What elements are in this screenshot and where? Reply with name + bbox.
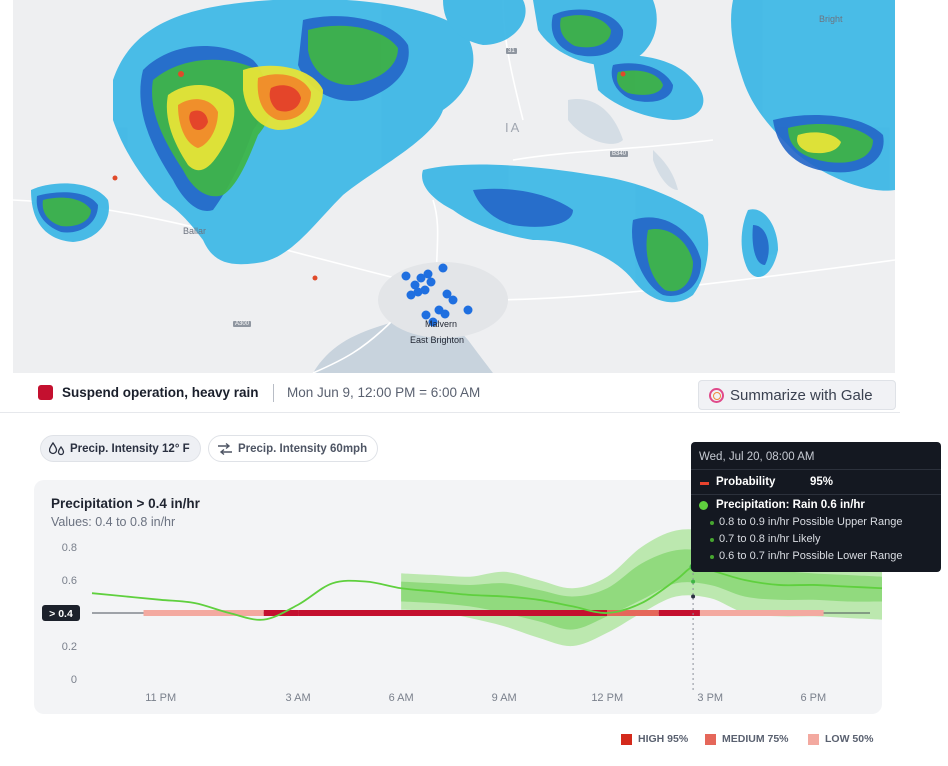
precipitation-swatch — [699, 501, 708, 510]
tooltip-date: Wed, Jul 20, 08:00 AM — [699, 451, 815, 463]
threshold-label: > 0.4 — [49, 608, 73, 620]
hover-marker-point — [691, 594, 696, 599]
probability-segment-low — [143, 610, 264, 616]
hover-marker-point — [691, 579, 696, 584]
probability-segment-high — [658, 610, 700, 616]
y-tick-label: 0.8 — [62, 542, 77, 554]
y-tick-label: 0 — [71, 674, 77, 686]
x-tick-label: 6 PM — [800, 692, 826, 704]
tooltip-probability-value: 95% — [810, 476, 834, 488]
x-tick-label: 3 AM — [286, 692, 311, 704]
legend-label: LOW 50% — [825, 733, 874, 745]
tooltip-range-upper: 0.8 to 0.9 in/hr Possible Upper Range — [709, 516, 903, 528]
legend-swatch — [621, 733, 632, 745]
tooltip-precip-label: Precipitation: Rain 0.6 in/hr — [716, 499, 865, 511]
legend-item-high: HIGH 95% — [621, 733, 688, 745]
probability-swatch — [700, 482, 709, 485]
chart-tooltip: Wed, Jul 20, 08:00 AM Probability 95% Pr… — [691, 442, 941, 572]
tooltip-probability-label: Probability — [716, 476, 776, 488]
legend-item-low: LOW 50% — [808, 733, 873, 745]
y-tick-label: 0.6 — [62, 575, 77, 587]
precipitation-chart[interactable]: 0 0.2 0.6 0.8 11 PM 3 AM 6 AM 9 AM 12 PM 3 PM 6 PM… — [0, 0, 948, 766]
x-tick-label: 11 PM — [145, 692, 176, 704]
probability-segment-high — [298, 610, 608, 616]
y-tick-label: 0.2 — [62, 641, 77, 653]
divider — [691, 469, 941, 470]
probability-segment-low — [699, 610, 824, 616]
divider — [691, 494, 941, 495]
legend-label: HIGH 95% — [638, 733, 689, 745]
x-tick-label: 3 PM — [697, 692, 723, 704]
legend-label: MEDIUM 75% — [722, 733, 789, 745]
x-tick-label: 6 AM — [389, 692, 414, 704]
x-tick-label: 9 AM — [492, 692, 517, 704]
legend-item-medium: MEDIUM 75% — [705, 733, 789, 745]
x-tick-label: 12 PM — [591, 692, 623, 704]
legend-swatch — [705, 733, 716, 745]
tooltip-range-likely: 0.7 to 0.8 in/hr Likely — [710, 533, 821, 545]
legend-swatch — [808, 733, 819, 745]
tooltip-range-lower: 0.6 to 0.7 in/hr Possible Lower Range — [709, 550, 903, 562]
